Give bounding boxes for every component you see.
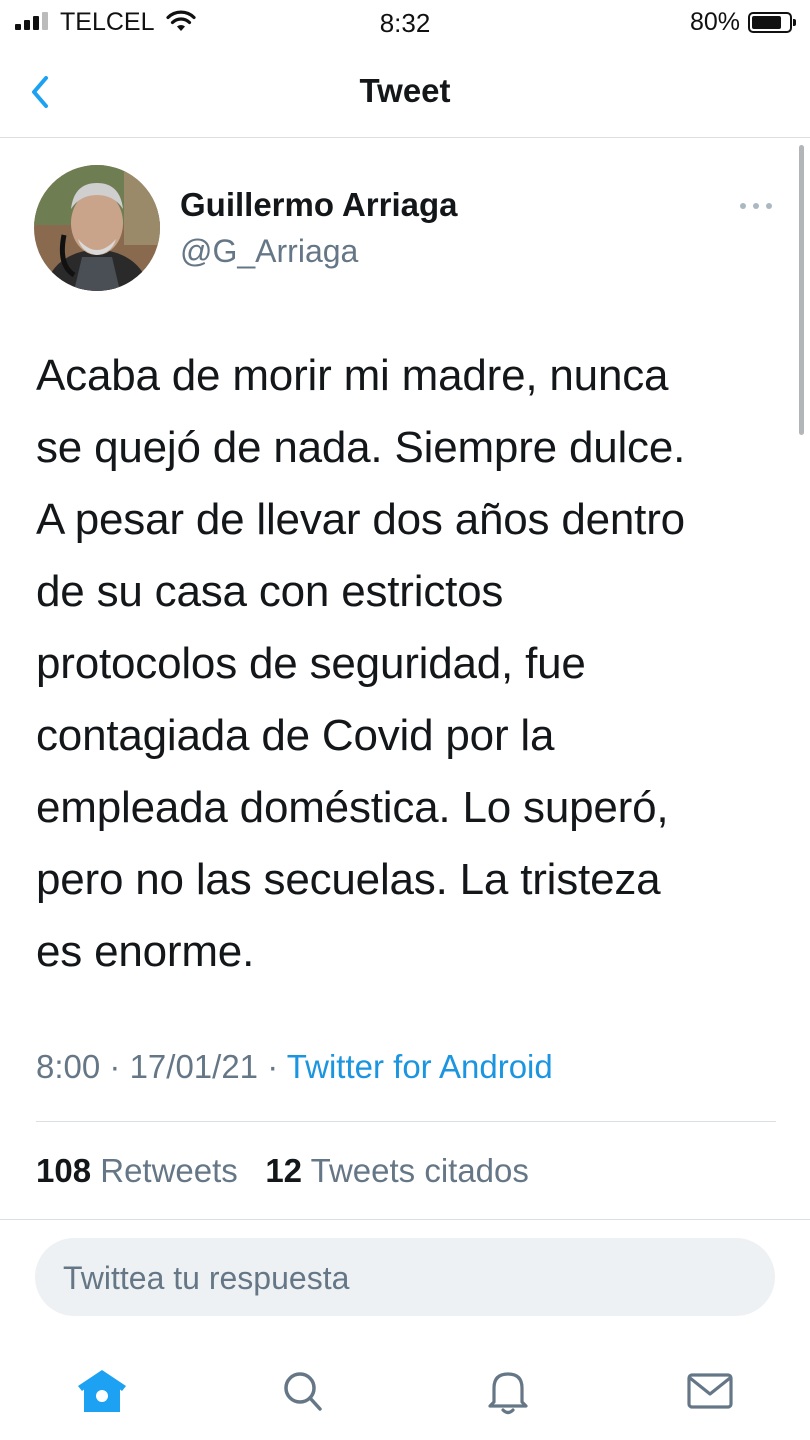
home-icon[interactable] <box>72 1364 132 1418</box>
battery-percent: 80% <box>689 8 740 36</box>
bottom-tab-bar <box>0 1340 810 1440</box>
meta-separator: · <box>109 1048 121 1085</box>
tweet-text-line: pero no las secuelas. La tristeza <box>36 855 661 904</box>
tweet-text-line: empleada doméstica. Lo superó, <box>36 783 669 832</box>
tweet-time: 8:00 <box>36 1048 101 1085</box>
retweets-count: 108 <box>36 1152 92 1189</box>
author-handle[interactable]: @G_Arriaga <box>180 233 358 270</box>
status-time: 8:32 <box>379 8 431 38</box>
quotes-count: 12 <box>265 1152 303 1189</box>
reply-placeholder: Twittea tu respuesta <box>63 1260 350 1296</box>
quotes-label: Tweets citados <box>310 1152 529 1189</box>
scrollbar[interactable] <box>799 145 804 435</box>
tweet-source-link[interactable]: Twitter for Android <box>287 1048 553 1085</box>
tweet-stats: 108 Retweets 12 Tweets citados <box>36 1152 529 1190</box>
reply-input[interactable]: Twittea tu respuesta <box>35 1238 775 1316</box>
status-bar: TELCEL 8:32 80% <box>0 0 810 46</box>
tweet-meta: 8:00 · 17/01/21 · Twitter for Android <box>36 1048 553 1086</box>
quotes-stat[interactable]: 12 Tweets citados <box>265 1152 529 1189</box>
meta-separator: · <box>267 1048 279 1085</box>
tweet-text-line: se quejó de nada. Siempre dulce. <box>36 423 686 472</box>
notifications-bell-icon[interactable] <box>478 1364 538 1418</box>
search-icon[interactable] <box>272 1364 332 1418</box>
tweet-date: 17/01/21 <box>129 1048 259 1085</box>
more-options-icon[interactable] <box>736 196 776 216</box>
retweets-stat[interactable]: 108 Retweets <box>36 1152 238 1189</box>
tweet-text-line: Acaba de morir mi madre, nunca <box>36 351 669 400</box>
author-name[interactable]: Guillermo Arriaga <box>180 186 458 224</box>
tweet-text-line: es enorme. <box>36 927 255 976</box>
page-title: Tweet <box>359 72 451 109</box>
tweet-text: Acaba de morir mi madre, nunca se quejó … <box>36 340 781 988</box>
tweet-text-line: contagiada de Covid por la <box>36 711 555 760</box>
messages-envelope-icon[interactable] <box>680 1364 740 1418</box>
divider <box>0 1219 810 1220</box>
tweet-text-line: A pesar de llevar dos años dentro <box>36 495 685 544</box>
tweet-text-line: de su casa con estrictos <box>36 567 504 616</box>
divider <box>36 1121 776 1122</box>
tweet-text-line: protocolos de seguridad, fue <box>36 639 586 688</box>
avatar[interactable] <box>34 165 160 291</box>
retweets-label: Retweets <box>100 1152 238 1189</box>
battery-icon <box>748 12 796 33</box>
nav-header: Tweet <box>0 46 810 138</box>
